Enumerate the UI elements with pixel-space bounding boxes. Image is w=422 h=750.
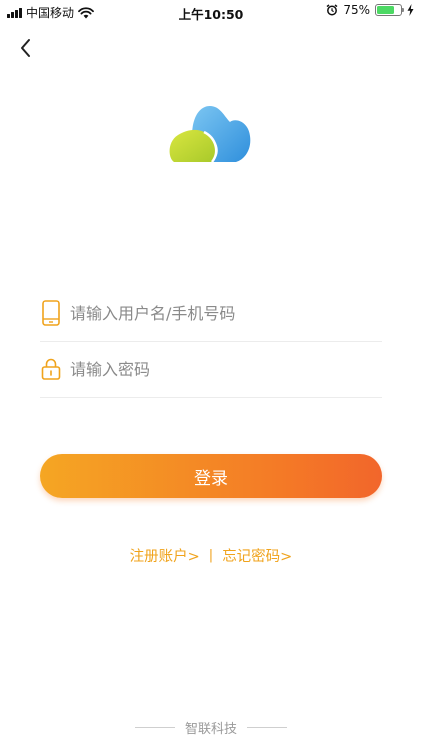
username-input[interactable]	[70, 298, 370, 328]
forgot-password-link[interactable]: 忘记密码>	[222, 545, 292, 566]
lock-icon	[41, 358, 61, 380]
back-button[interactable]	[14, 36, 38, 60]
battery-icon	[375, 4, 404, 16]
login-button[interactable]: 登录	[40, 454, 382, 498]
charging-bolt-icon	[407, 4, 414, 16]
password-input[interactable]	[70, 354, 370, 384]
company-name: 智联科技	[184, 722, 237, 737]
status-bar: 中国移动 上午10:50 75%	[0, 0, 422, 22]
phone-icon	[42, 300, 60, 326]
password-field	[40, 342, 382, 398]
footer-divider-right	[247, 727, 287, 728]
chevron-left-icon	[21, 39, 30, 57]
link-separator: |	[208, 548, 214, 563]
register-link[interactable]: 注册账户>	[130, 545, 200, 566]
footer-divider-left	[134, 727, 175, 728]
status-right: 75%	[326, 3, 414, 17]
auth-links: 注册账户> | 忘记密码>	[0, 545, 422, 566]
alarm-icon	[326, 4, 338, 16]
username-field	[40, 286, 382, 342]
battery-percent: 75%	[343, 3, 370, 17]
battery-level	[377, 6, 395, 14]
footer: 智联科技	[0, 718, 422, 737]
cloud-logo-icon	[169, 106, 251, 163]
